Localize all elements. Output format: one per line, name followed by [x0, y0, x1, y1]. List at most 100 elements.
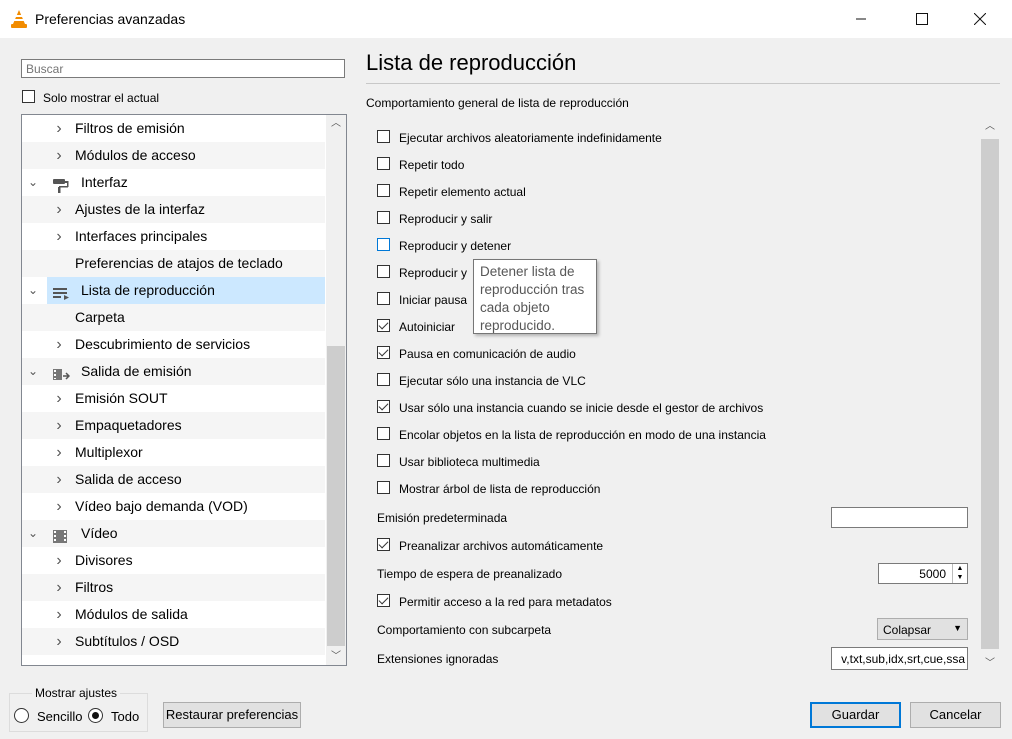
option-checkbox[interactable] — [377, 373, 390, 386]
option-checkbox[interactable] — [377, 481, 390, 494]
option-row[interactable]: Encolar objetos en la lista de reproducc… — [377, 426, 797, 444]
chevron-right-icon[interactable]: › — [53, 331, 65, 358]
scroll-down-icon[interactable]: ﹀ — [980, 655, 1000, 672]
option-row[interactable]: Ejecutar sólo una instancia de VLC — [377, 372, 797, 390]
chevron-down-icon[interactable]: ⌄ — [27, 520, 39, 547]
preparse-timeout-spinbox[interactable]: 5000 ▲ ▼ — [878, 563, 968, 584]
option-checkbox[interactable] — [377, 346, 390, 359]
option-checkbox[interactable] — [377, 130, 390, 143]
chevron-right-icon[interactable]: › — [53, 142, 65, 169]
chevron-right-icon[interactable]: › — [53, 223, 65, 250]
chevron-right-icon[interactable]: › — [53, 466, 65, 493]
subdir-value: Colapsar — [883, 623, 932, 637]
spin-arrows-icon[interactable]: ▲ ▼ — [952, 564, 967, 583]
option-row[interactable]: Permitir acceso a la red para metadatos — [377, 593, 777, 611]
tree-item[interactable]: ⌄ Vídeo — [22, 520, 325, 547]
tree-scrollbar[interactable]: ︿ ﹀ — [326, 115, 346, 665]
option-checkbox[interactable] — [377, 454, 390, 467]
chevron-right-icon[interactable]: › — [53, 601, 65, 628]
cancel-button[interactable]: Cancelar — [910, 702, 1001, 728]
default-stream-input[interactable] — [831, 507, 968, 528]
option-label: Repetir elemento actual — [399, 185, 526, 199]
option-checkbox[interactable] — [377, 238, 390, 251]
chevron-right-icon[interactable]: › — [53, 412, 65, 439]
tree-item[interactable]: › Filtros de emisión — [22, 115, 325, 142]
option-row[interactable]: Usar sólo una instancia cuando se inicie… — [377, 399, 797, 417]
tree-item[interactable]: › Vídeo bajo demanda (VOD) — [22, 493, 325, 520]
chevron-right-icon[interactable]: › — [53, 574, 65, 601]
tooltip-line: Detener lista de — [480, 264, 575, 279]
tree-item[interactable]: › Descubrimiento de servicios — [22, 331, 325, 358]
chevron-right-icon[interactable]: › — [53, 385, 65, 412]
option-checkbox[interactable] — [377, 319, 390, 332]
tree-item[interactable]: ⌄ Salida de emisión — [22, 358, 325, 385]
tree-item[interactable]: › Ajustes de la interfaz — [22, 196, 325, 223]
option-checkbox[interactable] — [377, 427, 390, 440]
chevron-down-icon[interactable]: ⌄ — [27, 169, 39, 196]
chevron-right-icon[interactable]: › — [53, 115, 65, 142]
option-row[interactable]: Mostrar árbol de lista de reproducción — [377, 480, 797, 498]
tree-item[interactable]: › Interfaces principales — [22, 223, 325, 250]
scroll-up-icon[interactable]: ︿ — [980, 118, 1000, 135]
chevron-right-icon[interactable]: › — [53, 196, 65, 223]
option-label: Autoiniciar — [399, 320, 456, 334]
tree-item[interactable]: › Divisores — [22, 547, 325, 574]
subdir-select[interactable]: Colapsar ▼ — [877, 618, 968, 640]
option-row[interactable]: Ejecutar archivos aleatoriamente indefin… — [377, 129, 797, 147]
option-row[interactable]: Repetir elemento actual — [377, 183, 797, 201]
ignored-ext-input[interactable]: v,txt,sub,idx,srt,cue,ssa — [831, 647, 968, 670]
tree-item[interactable]: Preferencias de atajos de teclado — [22, 250, 325, 277]
maximize-button[interactable] — [899, 0, 945, 38]
tree-scroll-thumb[interactable] — [327, 346, 345, 646]
all-radio[interactable] — [88, 708, 103, 723]
option-checkbox[interactable] — [377, 265, 390, 278]
tree-item[interactable]: › Multiplexor — [22, 439, 325, 466]
tree-item[interactable]: › Emisión SOUT — [22, 385, 325, 412]
option-row[interactable]: Reproducir y detener — [377, 237, 797, 255]
option-checkbox[interactable] — [377, 292, 390, 305]
tree-item[interactable]: › Subtítulos / OSD — [22, 628, 325, 655]
option-checkbox[interactable] — [377, 400, 390, 413]
chevron-right-icon[interactable]: › — [53, 493, 65, 520]
chevron-down-icon[interactable]: ⌄ — [27, 277, 39, 304]
tree-item[interactable]: › Filtros — [22, 574, 325, 601]
paint-roller-icon — [52, 175, 70, 193]
only-current-checkbox[interactable] — [22, 90, 35, 103]
reset-preferences-button[interactable]: Restaurar preferencias — [163, 702, 301, 728]
simple-radio[interactable] — [14, 708, 29, 723]
tree-item[interactable]: › Empaquetadores — [22, 412, 325, 439]
panel-scroll-thumb[interactable] — [981, 139, 999, 649]
option-row[interactable]: Preanalizar archivos automáticamente — [377, 537, 777, 555]
network-meta-checkbox[interactable] — [377, 594, 390, 607]
chevron-down-icon[interactable]: ⌄ — [27, 358, 39, 385]
chevron-right-icon[interactable]: › — [53, 439, 65, 466]
tree-item[interactable]: › Módulos de acceso — [22, 142, 325, 169]
option-checkbox[interactable] — [377, 157, 390, 170]
chevron-right-icon[interactable]: › — [53, 547, 65, 574]
option-checkbox[interactable] — [377, 184, 390, 197]
option-row[interactable]: Reproducir y salir — [377, 210, 797, 228]
tree-item[interactable]: Carpeta — [22, 304, 325, 331]
option-row[interactable]: Pausa en comunicación de audio — [377, 345, 797, 363]
option-label: Reproducir y salir — [399, 212, 493, 226]
tree-item[interactable]: › Salida de acceso — [22, 466, 325, 493]
preferences-tree[interactable]: › Filtros de emisión › Módulos de acceso ⌄ In… — [21, 114, 347, 666]
chevron-right-icon[interactable]: › — [53, 628, 65, 655]
search-input[interactable] — [21, 59, 345, 78]
option-row[interactable]: Repetir todo — [377, 156, 797, 174]
scroll-up-icon[interactable]: ︿ — [326, 115, 346, 132]
panel-scrollbar[interactable]: ︿ ﹀ — [980, 118, 1000, 674]
preparse-checkbox[interactable] — [377, 538, 390, 551]
minimize-button[interactable] — [838, 0, 884, 38]
scroll-down-icon[interactable]: ﹀ — [326, 648, 346, 665]
tree-item[interactable]: ⌄ Interfaz — [22, 169, 325, 196]
tree-item[interactable]: ⌄ Lista de reproducción — [28, 277, 325, 304]
tree-item[interactable]: › Módulos de salida — [22, 601, 325, 628]
tree-item-label: Vídeo — [81, 525, 118, 541]
close-button[interactable] — [957, 0, 1003, 38]
save-button[interactable]: Guardar — [810, 702, 901, 728]
option-label: Pausa en comunicación de audio — [399, 347, 576, 361]
option-checkbox[interactable] — [377, 211, 390, 224]
tooltip-line: reproducido. — [480, 318, 556, 333]
option-row[interactable]: Usar biblioteca multimedia — [377, 453, 797, 471]
